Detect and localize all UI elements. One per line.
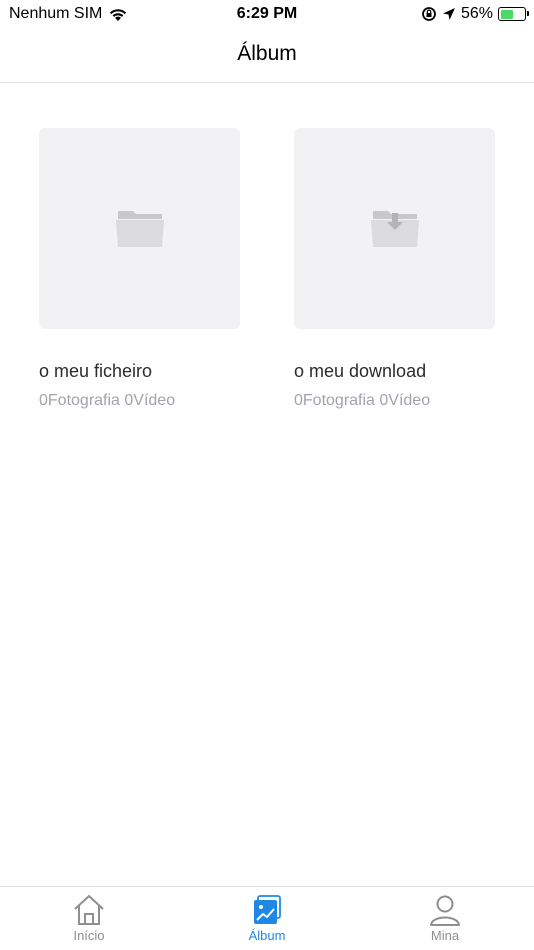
tab-bar: Início Álbum Mina xyxy=(0,886,534,950)
battery-percent: 56% xyxy=(460,5,493,22)
status-bar: Nenhum SIM 6:29 PM 56% xyxy=(0,0,534,28)
person-icon xyxy=(430,895,460,926)
album-name: o meu download xyxy=(294,361,427,381)
download-folder-icon xyxy=(370,210,419,247)
folder-icon xyxy=(115,210,164,247)
album-name: o meu ficheiro xyxy=(39,361,153,381)
home-icon xyxy=(74,895,104,925)
battery-icon xyxy=(498,7,529,21)
tab-home[interactable]: Início xyxy=(0,887,178,950)
tab-mine[interactable]: Mina xyxy=(356,887,534,950)
orientation-lock-icon xyxy=(422,7,436,21)
album-count: 0Fotografia 0Vídeo xyxy=(39,392,176,409)
album-count: 0Fotografia 0Vídeo xyxy=(294,392,431,409)
tab-label: Álbum xyxy=(248,928,286,943)
album-thumbnail[interactable] xyxy=(39,128,240,329)
album-thumbnail[interactable] xyxy=(294,128,495,329)
status-right: 56% xyxy=(421,5,529,23)
album-card-my-download[interactable]: o meu download 0Fotografia 0Vídeo xyxy=(294,128,495,410)
tab-label: Mina xyxy=(430,928,460,943)
nav-bar: Álbum xyxy=(0,28,534,83)
album-card-my-files[interactable]: o meu ficheiro 0Fotografia 0Vídeo xyxy=(39,128,240,410)
tab-label: Início xyxy=(73,928,105,943)
tab-album[interactable]: Álbum xyxy=(178,887,356,950)
page-title: Álbum xyxy=(237,42,297,65)
battery-level xyxy=(500,9,514,19)
album-icon xyxy=(254,895,281,924)
location-arrow-icon xyxy=(442,8,455,20)
